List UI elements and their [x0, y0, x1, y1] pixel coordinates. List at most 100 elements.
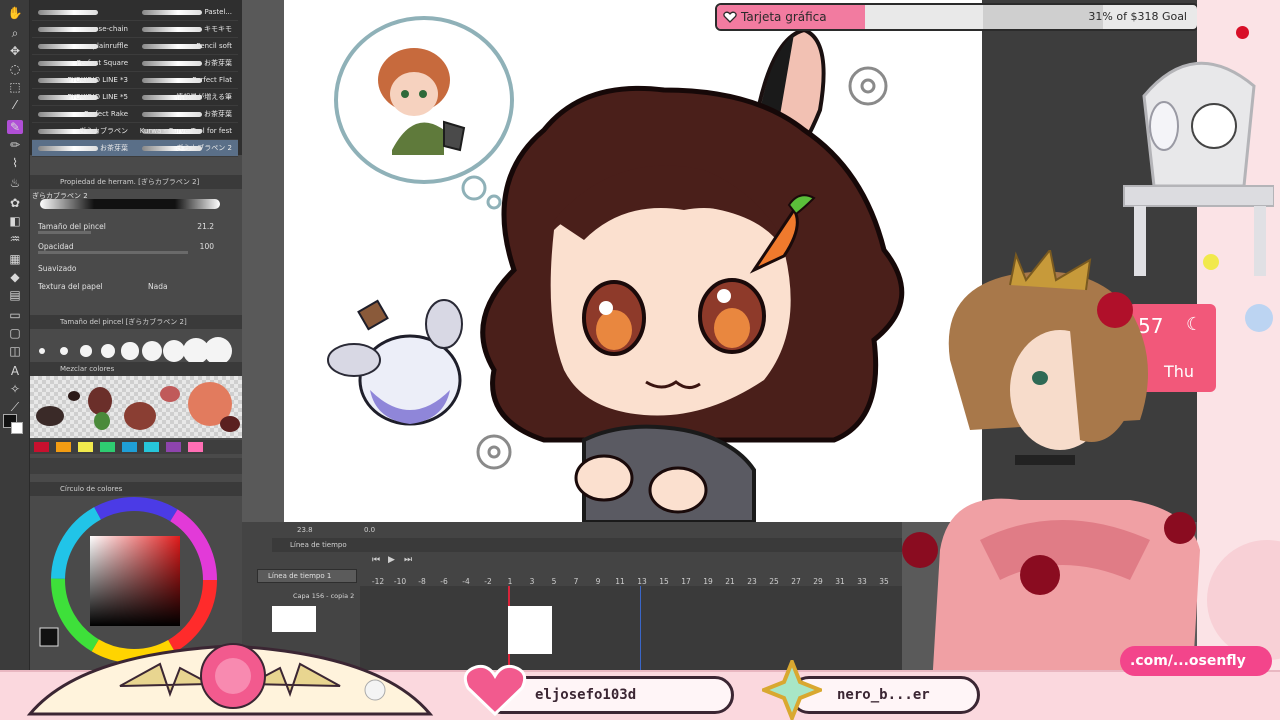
goal-status: 31% of $318 Goal [1088, 10, 1187, 23]
color-swatch[interactable] [122, 442, 137, 452]
brush-size-dot[interactable] [162, 339, 186, 363]
color-swatch[interactable] [166, 442, 181, 452]
brush-item[interactable]: PYOKIRIO LINE *3 Perfect Flat [32, 72, 238, 89]
brush-name: Perfect Rake [84, 110, 128, 118]
brush-item[interactable]: plainruffle Pencil soft [32, 38, 238, 55]
timeline-tracks[interactable] [360, 586, 902, 670]
deco-icon[interactable]: ✿ [7, 196, 23, 210]
brush-size-value[interactable]: 21.2 [197, 219, 214, 235]
brush-item[interactable]: Pastel... [32, 4, 238, 21]
frame-number: 15 [659, 577, 669, 586]
figure-icon[interactable]: ▭ [7, 308, 23, 322]
airbrush-icon[interactable]: ♨ [7, 176, 23, 190]
brush-size-row[interactable]: Tamaño del pincel 21.2 [38, 219, 220, 235]
correct-line-icon[interactable]: ⟋ [7, 400, 23, 414]
range-marker [640, 586, 641, 670]
stabilization-row[interactable]: Suavizado [38, 261, 220, 277]
brush-size-header: Tamaño del pincel [ぎらカブラペン 2] [30, 315, 242, 329]
first-frame-icon[interactable]: ⏮ [372, 554, 380, 566]
brush-name: Pastel... [204, 8, 232, 16]
frame-number: 9 [595, 577, 601, 586]
brush-icon[interactable]: ⌇ [7, 156, 23, 170]
frame-number: 27 [791, 577, 801, 586]
timeline-frame[interactable]: 0.0 [364, 524, 375, 536]
pen-icon[interactable]: ✎ [7, 120, 23, 134]
brush-item[interactable]: お茶芽葉 ぎらカブラペン 2 [32, 140, 238, 157]
zoom-icon[interactable]: ⌕ [7, 26, 23, 40]
color-swatch[interactable] [34, 442, 49, 452]
brush-item[interactable]: Perfect Square お茶芽葉 [32, 55, 238, 72]
link-pill[interactable]: .com/...osenfly [1120, 646, 1272, 676]
sub-color-chip[interactable] [11, 422, 23, 434]
frame-number: 5 [551, 577, 557, 586]
brush-size-dot[interactable] [80, 345, 92, 357]
brush-name: お茶芽葉 [100, 144, 128, 152]
opacity-value[interactable]: 100 [200, 239, 214, 255]
keyframe-cel[interactable] [508, 606, 552, 654]
timeline-header: Línea de tiempo [272, 538, 902, 552]
eraser-icon[interactable]: ◧ [7, 214, 23, 228]
ruler-icon[interactable]: ◫ [7, 344, 23, 358]
brush-size-slider[interactable] [38, 231, 91, 234]
select-icon[interactable]: ⬚ [7, 80, 23, 94]
chibi-artwork [327, 16, 905, 522]
frame-number: -10 [393, 577, 407, 586]
brush-item[interactable]: rose-chain キモキモ [32, 21, 238, 38]
next-frame-icon[interactable]: ⏭ [404, 554, 412, 566]
frame-number: -4 [462, 577, 470, 586]
color-swatch[interactable] [56, 442, 71, 452]
blend-icon[interactable]: ♒ [7, 232, 23, 246]
brush-item[interactable]: ぎらカブラペン Kurwa - Curve Tool for fest [32, 123, 238, 140]
frame-number: -6 [440, 577, 448, 586]
frame-number: 7 [573, 577, 579, 586]
brush-size-dot[interactable] [100, 343, 116, 359]
drawing-canvas[interactable] [284, 0, 982, 522]
crest-ornament [26, 643, 434, 716]
heart-icon [463, 664, 527, 717]
color-swatch[interactable] [188, 442, 203, 452]
color-swatch[interactable] [144, 442, 159, 452]
link-text: .com/...osenfly [1130, 653, 1246, 669]
paper-texture-row[interactable]: Textura del papel Nada [38, 279, 220, 295]
hand-icon[interactable]: ✋ [7, 6, 23, 20]
opacity-row[interactable]: Opacidad 100 [38, 239, 220, 255]
bucket-icon[interactable]: ◆ [7, 270, 23, 284]
brush-size-dot[interactable] [203, 336, 233, 366]
frame-icon[interactable]: ▢ [7, 326, 23, 340]
play-icon[interactable]: ▶ [388, 554, 395, 566]
brush-name: ぎらカブラペン [79, 127, 128, 135]
lasso-icon[interactable]: ◌ [7, 62, 23, 76]
frame-number: 11 [615, 577, 625, 586]
pencil-icon[interactable]: ✏ [7, 138, 23, 152]
paper-texture-value[interactable]: Nada [148, 279, 168, 295]
color-mixing-area[interactable] [30, 376, 242, 438]
brush-name: お茶芽葉 [204, 110, 232, 118]
brush-stroke-icon [142, 27, 202, 32]
timeline-select[interactable]: Línea de tiempo 1 [257, 569, 357, 583]
gradient-icon[interactable]: ▤ [7, 288, 23, 302]
timeline-zoom[interactable]: 23.8 [297, 524, 313, 536]
brush-item[interactable]: Perfect Rake お茶芽葉 [32, 106, 238, 123]
brush-stroke-icon [142, 61, 202, 66]
brush-item[interactable]: PYOKIRIO LINE *5 情報量が増える筆 [32, 89, 238, 106]
balloon-icon[interactable]: ✧ [7, 382, 23, 396]
mix-colors-header: Mezclar colores [30, 362, 242, 376]
brush-name: Perfect Square [76, 59, 128, 67]
brush-stroke-icon [38, 10, 98, 15]
color-swatch[interactable] [100, 442, 115, 452]
brush-size-dot[interactable] [39, 348, 45, 354]
opacity-slider[interactable] [38, 251, 188, 254]
brush-stroke-icon [142, 112, 202, 117]
eyedropper-icon[interactable]: ⁄ [7, 98, 23, 112]
fill-icon[interactable]: ▦ [7, 252, 23, 266]
brush-size-dot[interactable] [121, 342, 139, 360]
brush-size-dot[interactable] [59, 346, 69, 356]
social-handle-2: nero_b...er [837, 687, 930, 703]
text-icon[interactable]: A [7, 364, 23, 378]
color-swatch[interactable] [78, 442, 93, 452]
move-icon[interactable]: ✥ [7, 44, 23, 58]
brush-size-dot[interactable] [142, 341, 162, 361]
brush-name: Perfect Flat [192, 76, 232, 84]
frame-number: 3 [529, 577, 535, 586]
tool-strip: ✋ ⌕ ✥ ◌ ⬚ ⁄ ✎ ✏ ⌇ ♨ ✿ ◧ ♒ ▦ ◆ ▤ ▭ ▢ ◫ A … [0, 0, 30, 670]
